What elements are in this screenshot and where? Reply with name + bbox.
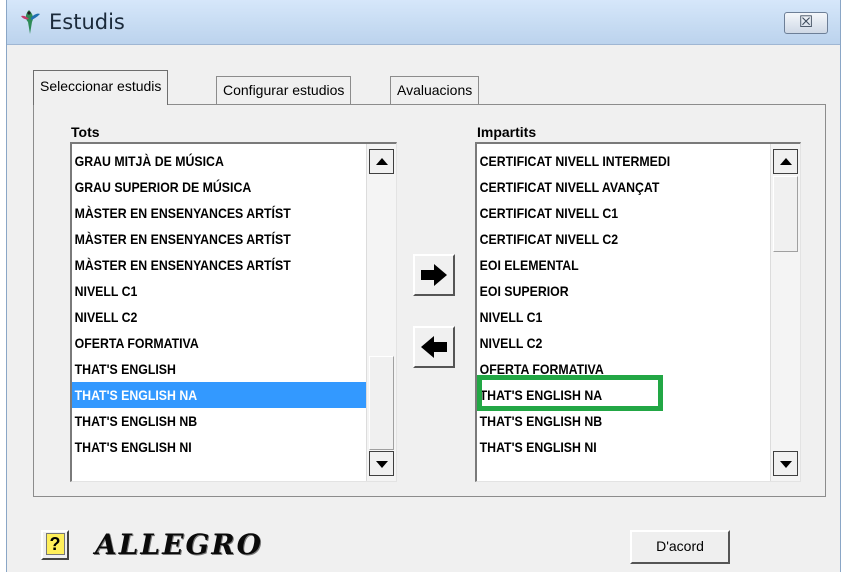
ok-button[interactable]: D'acord [630,530,730,564]
list-item[interactable]: OFERTA FORMATIVA [72,330,370,356]
list-item[interactable]: THAT'S ENGLISH NA [477,382,774,408]
left-list-caption: Tots [71,124,100,140]
all-studies-listbox[interactable]: GRAU MITJÀ DE MÚSICA GRAU SUPERIOR DE MÚS… [70,142,397,482]
hummingbird-icon [21,10,40,34]
right-scroll-down-button[interactable] [773,451,798,476]
list-item[interactable]: MÀSTER EN ENSENYANCES ARTÍST [72,200,370,226]
add-study-button[interactable] [413,254,455,296]
list-item[interactable]: THAT'S ENGLISH NA [72,382,370,408]
list-item[interactable]: OFERTA FORMATIVA [477,356,774,382]
list-item[interactable]: GRAU MITJÀ DE MÚSICA [72,148,370,174]
list-item[interactable]: THAT'S ENGLISH [72,356,370,382]
left-scroll-down-button[interactable] [369,451,394,476]
right-list-caption: Impartits [477,124,537,140]
right-scroll-thumb[interactable] [773,176,798,252]
list-item[interactable]: NIVELL C2 [477,330,774,356]
list-item[interactable]: NIVELL C1 [477,304,774,330]
left-scroll-up-button[interactable] [369,149,394,174]
title-bar[interactable]: Estudis ☒ [7,0,840,45]
estudis-dialog: Estudis ☒ Seleccionar estudis Configurar… [6,0,841,572]
list-item[interactable]: CERTIFICAT NIVELL AVANÇAT [477,174,774,200]
list-item[interactable]: THAT'S ENGLISH NI [72,434,370,460]
list-item[interactable]: CERTIFICAT NIVELL C2 [477,226,774,252]
list-item[interactable]: GRAU SUPERIOR DE MÚSICA [72,174,370,200]
taught-studies-listbox[interactable]: CERTIFICAT NIVELL INTERMEDI CERTIFICAT NI… [475,142,801,482]
right-scrollbar[interactable] [770,144,800,481]
taught-studies-items: CERTIFICAT NIVELL INTERMEDI CERTIFICAT NI… [477,148,770,460]
question-icon: ? [45,533,65,555]
right-scroll-up-button[interactable] [773,149,798,174]
list-item[interactable]: THAT'S ENGLISH NI [477,434,774,460]
tab-configurar-estudios[interactable]: Configurar estudios [216,76,352,104]
list-item[interactable]: NIVELL C2 [72,304,370,330]
list-item[interactable]: EOI SUPERIOR [477,278,774,304]
remove-study-button[interactable] [413,326,455,368]
list-item[interactable]: CERTIFICAT NIVELL C1 [477,200,774,226]
allegro-logo: ALLEGRO [95,528,264,561]
list-item[interactable]: NIVELL C1 [72,278,370,304]
close-button[interactable]: ☒ [784,12,828,34]
list-item[interactable]: EOI ELEMENTAL [477,252,774,278]
left-scroll-thumb[interactable] [369,356,394,450]
left-scrollbar[interactable] [366,144,396,481]
close-icon: ☒ [798,14,814,31]
arrow-left-icon [421,336,447,358]
tab-avaluacions[interactable]: Avaluacions [390,76,480,104]
list-item[interactable]: THAT'S ENGLISH NB [477,408,774,434]
list-item[interactable]: CERTIFICAT NIVELL INTERMEDI [477,148,774,174]
arrow-right-icon [421,264,447,286]
list-item[interactable]: THAT'S ENGLISH NB [72,408,370,434]
window-title: Estudis [49,10,125,34]
all-studies-items: GRAU MITJÀ DE MÚSICA GRAU SUPERIOR DE MÚS… [72,148,370,460]
help-button[interactable]: ? [41,530,69,560]
tab-seleccionar-estudis[interactable]: Seleccionar estudis [33,70,169,105]
list-item[interactable]: MÀSTER EN ENSENYANCES ARTÍST [72,252,370,278]
list-item[interactable]: MÀSTER EN ENSENYANCES ARTÍST [72,226,370,252]
